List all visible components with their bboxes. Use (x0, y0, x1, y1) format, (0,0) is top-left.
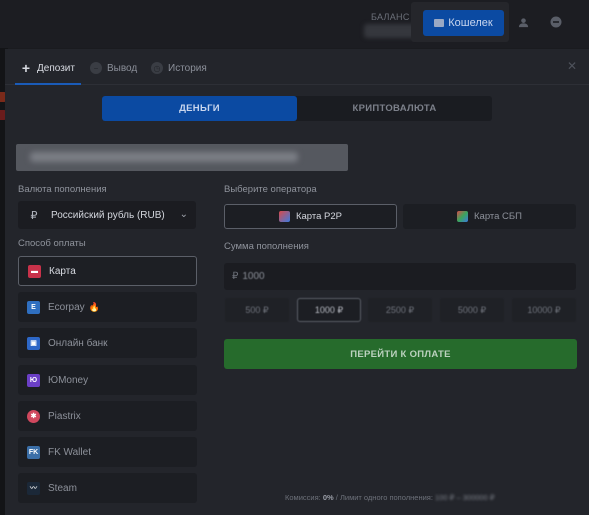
top-bar: БАЛАНС ▾ Кошелек (0, 0, 589, 48)
payment-method-yoomoney[interactable]: Ю ЮMoney (18, 365, 197, 395)
active-tab-underline (15, 83, 81, 85)
amount-preset[interactable]: 5000 ₽ (440, 298, 504, 322)
limit-value: 100 ₽ – 300000 ₽ (435, 493, 495, 502)
amount-field[interactable]: ₽ (224, 263, 576, 290)
operator-label-text: Карта P2P (295, 211, 342, 222)
footer-separator: / (335, 493, 338, 502)
amount-preset[interactable]: 1000 ₽ (297, 298, 361, 322)
operator-label-text: Карта СБП (474, 211, 522, 222)
limit-label: Лимит одного пополнения: (339, 493, 433, 502)
close-icon[interactable]: ✕ (565, 59, 579, 73)
wallet-button-label: Кошелек (448, 17, 493, 29)
payment-method-card[interactable]: ▬ Карта (18, 256, 197, 286)
payment-method-label: ЮMoney (48, 374, 89, 386)
ruble-icon: ₽ (30, 209, 38, 222)
user-icon[interactable] (515, 14, 531, 30)
fkwallet-icon: FK (27, 445, 40, 459)
currency-label: Валюта пополнения (18, 184, 107, 195)
commission-value: 0% (322, 493, 334, 502)
currency-value: Российский рубль (RUB) (51, 209, 165, 221)
payment-method-steam[interactable]: 〰 Steam (18, 473, 197, 503)
payment-method-label: Piastrix (48, 410, 81, 422)
minus-icon: − (90, 62, 102, 74)
amount-preset[interactable]: 2500 ₽ (368, 298, 432, 322)
tab-withdraw[interactable]: − Вывод (90, 59, 137, 77)
payment-method-label: Онлайн банк (48, 337, 108, 349)
tab-deposit-label: Депозит (37, 62, 75, 74)
amount-label: Сумма пополнения (224, 241, 309, 252)
commission-label: Комиссия: (285, 493, 321, 502)
currency-type-switch: ДЕНЬГИ КРИПТОВАЛЮТА (102, 96, 492, 121)
operator-sbp-card[interactable]: Карта СБП (403, 204, 576, 229)
ruble-icon: ₽ (232, 271, 239, 282)
amount-preset[interactable]: 500 ₽ (225, 298, 289, 322)
card-icon: ▬ (28, 264, 41, 278)
clock-icon: ◷ (151, 62, 163, 74)
payment-method-label: Steam (48, 482, 77, 494)
minus-circle-icon[interactable] (548, 14, 564, 30)
crypto-toggle[interactable]: КРИПТОВАЛЮТА (297, 96, 492, 121)
plus-icon: + (21, 60, 31, 76)
modal-tabs: + Депозит − Вывод ◷ История ✕ (5, 49, 589, 85)
piastrix-icon: ✱ (27, 409, 40, 423)
currency-select[interactable]: ₽ Российский рубль (RUB) ⌄ (18, 201, 196, 229)
tab-history[interactable]: ◷ История (151, 59, 207, 77)
tab-deposit[interactable]: + Депозит (20, 59, 75, 77)
operator-p2p-card[interactable]: Карта P2P (224, 204, 397, 229)
operator-label: Выберите оператора (224, 184, 317, 195)
blurred-banner (16, 144, 348, 171)
payment-method-fkwallet[interactable]: FK FK Wallet (18, 437, 197, 467)
payment-method-label: Ecorpay (48, 301, 85, 313)
payment-method-label: Карта (49, 265, 76, 277)
bank-icon: ▣ (27, 336, 40, 350)
tab-history-label: История (168, 62, 207, 74)
amount-preset[interactable]: 10000 ₽ (512, 298, 576, 322)
payment-method-piastrix[interactable]: ✱ Piastrix (18, 401, 197, 431)
yoomoney-icon: Ю (27, 373, 40, 387)
wallet-button[interactable]: Кошелек (423, 10, 504, 36)
sbp-icon (457, 211, 468, 222)
blurred-banner-text (30, 152, 298, 162)
payment-method-label: Способ оплаты (18, 238, 86, 249)
deposit-footer: Комиссия: 0% / Лимит одного пополнения: … (285, 493, 495, 502)
money-toggle[interactable]: ДЕНЬГИ (102, 96, 297, 121)
proceed-to-payment-button[interactable]: ПЕРЕЙТИ К ОПЛАТЕ (224, 339, 577, 369)
balance-value-blurred (364, 24, 416, 38)
steam-icon: 〰 (27, 481, 40, 495)
chevron-down-icon: ⌄ (179, 209, 188, 220)
ecorpay-icon: E (27, 300, 40, 314)
payment-method-ecorpay[interactable]: E Ecorpay 🔥 (18, 292, 197, 322)
wallet-icon (434, 19, 445, 27)
payment-method-online-bank[interactable]: ▣ Онлайн банк (18, 328, 197, 358)
payment-method-label: FK Wallet (48, 446, 91, 458)
tab-withdraw-label: Вывод (107, 62, 138, 74)
fire-icon: 🔥 (88, 301, 100, 312)
deposit-modal: + Депозит − Вывод ◷ История ✕ ДЕНЬГИ КРИ… (5, 49, 589, 515)
amount-input[interactable] (242, 271, 543, 282)
p2p-card-icon (278, 211, 290, 222)
